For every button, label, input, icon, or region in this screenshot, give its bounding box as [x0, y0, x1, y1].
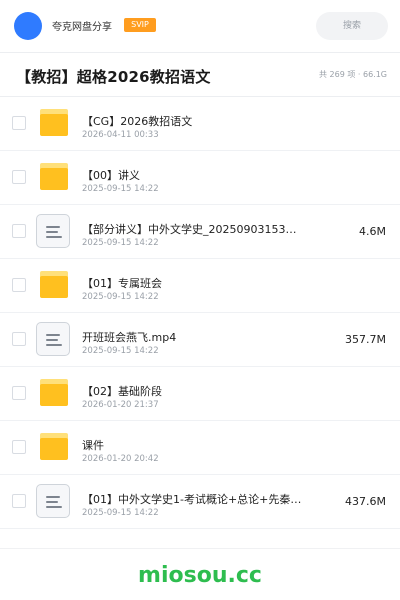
select-checkbox[interactable]: [12, 278, 26, 292]
page-header: 【教招】超格2026教招语文 共 269 项 · 66.1G: [0, 53, 400, 97]
file-date: 2026-01-20 20:42: [82, 454, 159, 464]
file-name: 【02】基础阶段: [82, 385, 162, 398]
file-name: 【CG】2026教招语文: [82, 115, 193, 128]
document-icon: [36, 214, 70, 248]
top-bar: 夸克网盘分享 SVIP 搜索: [0, 0, 400, 52]
select-checkbox[interactable]: [12, 386, 26, 400]
file-size: 437.6M: [345, 495, 386, 508]
file-row[interactable]: 【01】中外文学史1-考试概论+总论+先秦文学1娜… 2025-09-15 14:…: [0, 475, 400, 529]
file-row[interactable]: 课件 2026-01-20 20:42: [0, 421, 400, 475]
footer: miosou.cc: [0, 548, 400, 600]
file-name: 【01】专属班会: [82, 277, 162, 290]
file-list: 【CG】2026教招语文 2026-04-11 00:33 【00】讲义 2025-0…: [0, 97, 400, 529]
file-size: 357.7M: [345, 333, 386, 346]
search-input[interactable]: 搜索: [316, 12, 388, 40]
file-size: 4.6M: [359, 225, 386, 238]
folder-icon: [38, 432, 68, 462]
folder-icon: [38, 270, 68, 300]
select-checkbox[interactable]: [12, 170, 26, 184]
file-date: 2025-09-15 14:22: [82, 238, 159, 248]
folder-icon: [38, 162, 68, 192]
file-date: 2025-09-15 14:22: [82, 184, 159, 194]
svip-badge: SVIP: [124, 18, 156, 32]
watermark-text: miosou.cc: [138, 563, 262, 588]
file-row[interactable]: 【02】基础阶段 2026-01-20 21:37: [0, 367, 400, 421]
select-checkbox[interactable]: [12, 440, 26, 454]
item-count: 共 269 项 · 66.1G: [319, 70, 387, 79]
document-icon: [36, 484, 70, 518]
file-row[interactable]: 【CG】2026教招语文 2026-04-11 00:33: [0, 97, 400, 151]
file-name: 【01】中外文学史1-考试概论+总论+先秦文学1娜…: [82, 493, 302, 506]
file-date: 2026-01-20 21:37: [82, 400, 159, 410]
folder-icon: [38, 378, 68, 408]
file-row[interactable]: 【00】讲义 2025-09-15 14:22: [0, 151, 400, 205]
file-date: 2025-09-15 14:22: [82, 508, 159, 518]
file-row[interactable]: 开班班会燕飞.mp4 2025-09-15 14:22 357.7M: [0, 313, 400, 367]
select-checkbox[interactable]: [12, 332, 26, 346]
avatar[interactable]: [14, 12, 42, 40]
page-title: 【教招】超格2026教招语文: [16, 68, 211, 86]
folder-icon: [38, 108, 68, 138]
file-name: 课件: [82, 439, 104, 452]
select-checkbox[interactable]: [12, 116, 26, 130]
file-row[interactable]: 【01】专属班会 2025-09-15 14:22: [0, 259, 400, 313]
file-date: 2025-09-15 14:22: [82, 346, 159, 356]
document-icon: [36, 322, 70, 356]
select-checkbox[interactable]: [12, 224, 26, 238]
file-name: 【00】讲义: [82, 169, 140, 182]
user-name: 夸克网盘分享: [52, 22, 112, 33]
file-row[interactable]: 【部分讲义】中外文学史_2025090315360… 2025-09-15 14:…: [0, 205, 400, 259]
file-date: 2025-09-15 14:22: [82, 292, 159, 302]
file-name: 开班班会燕飞.mp4: [82, 331, 177, 344]
file-name: 【部分讲义】中外文学史_2025090315360…: [82, 223, 302, 236]
file-date: 2026-04-11 00:33: [82, 130, 159, 140]
select-checkbox[interactable]: [12, 494, 26, 508]
